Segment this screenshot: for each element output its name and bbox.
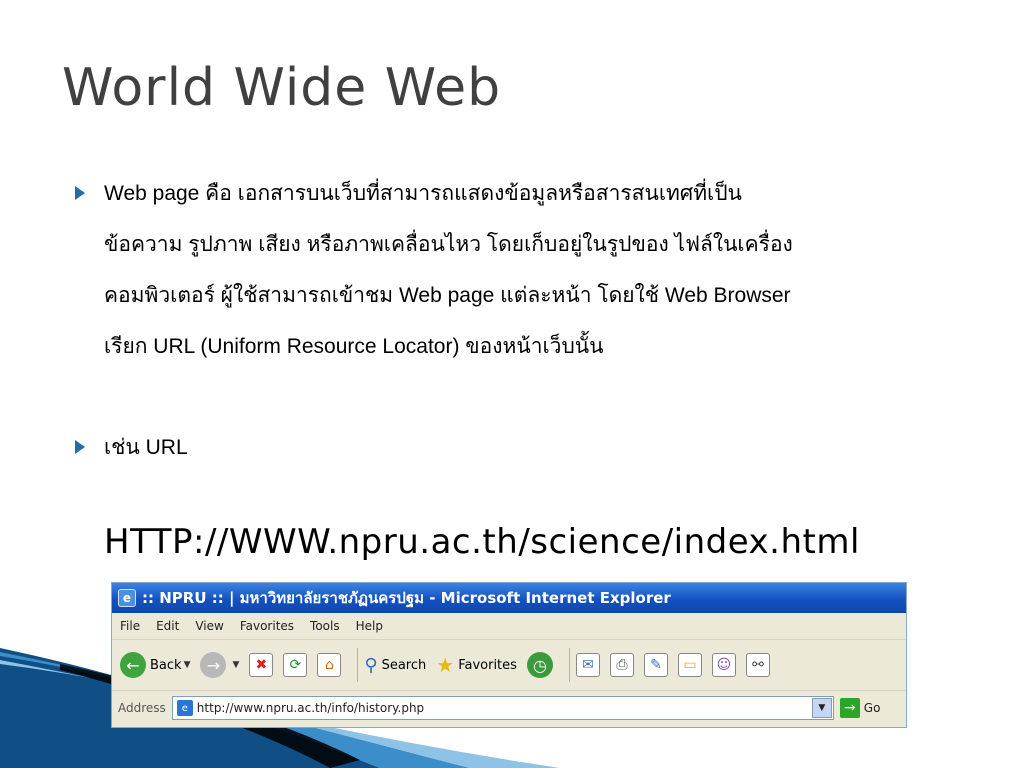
menu-view[interactable]: View xyxy=(195,619,223,633)
browser-screenshot: e :: NPRU :: | มหาวิทยาลัยราชภัฏนครปฐม -… xyxy=(111,582,907,728)
bullet-line: เรียก URL (Uniform Resource Locator) ของ… xyxy=(104,335,604,358)
slide-title: World Wide Web xyxy=(62,58,502,118)
go-label: Go xyxy=(863,701,881,715)
bullet-line: Web page คือ เอกสารบนเว็บที่สามารถแสดงข้… xyxy=(104,182,742,205)
address-input[interactable]: e http://www.npru.ac.th/info/history.php… xyxy=(171,696,834,720)
note-icon[interactable]: ▭ xyxy=(677,653,702,677)
menu-favorites[interactable]: Favorites xyxy=(240,619,294,633)
refresh-icon[interactable]: ⟳ xyxy=(283,653,308,677)
browser-title-bar: e :: NPRU :: | มหาวิทยาลัยราชภัฏนครปฐม -… xyxy=(112,583,906,613)
chevron-down-icon: ▼ xyxy=(183,660,191,670)
bullet-arrow-icon xyxy=(75,440,85,454)
messenger-icon[interactable]: ☺ xyxy=(711,653,736,677)
bullet-text: เช่น URL xyxy=(104,422,955,473)
bullet-text: Web page คือ เอกสารบนเว็บที่สามารถแสดงข้… xyxy=(104,168,955,372)
edit-icon[interactable]: ✎ xyxy=(643,653,668,677)
page-icon: e xyxy=(176,700,193,716)
menu-tools[interactable]: Tools xyxy=(310,619,340,633)
toolbar-separator xyxy=(568,648,570,682)
research-icon[interactable]: ⚯ xyxy=(745,653,770,677)
browser-menu-bar: File Edit View Favorites Tools Help xyxy=(112,613,906,640)
address-value: http://www.npru.ac.th/info/history.php xyxy=(196,701,425,715)
back-label: Back xyxy=(150,657,182,673)
favorites-button[interactable]: ★ Favorites xyxy=(436,653,517,677)
bullet-web-page: Web page คือ เอกสารบนเว็บที่สามารถแสดงข้… xyxy=(75,168,955,372)
history-icon[interactable]: ◷ xyxy=(526,652,553,678)
go-button[interactable]: → Go xyxy=(839,698,881,718)
stop-icon[interactable]: ✖ xyxy=(249,653,274,677)
address-label: Address xyxy=(118,701,166,715)
menu-file[interactable]: File xyxy=(120,619,140,633)
go-arrow-icon: → xyxy=(839,698,860,718)
mail-icon[interactable]: ✉ xyxy=(575,653,600,677)
slide: World Wide Web Web page คือ เอกสารบนเว็บ… xyxy=(0,0,1024,768)
chevron-down-icon: ▼ xyxy=(232,660,240,670)
url-example: HTTP://WWW.npru.ac.th/science/index.html xyxy=(104,522,860,562)
browser-window-title: :: NPRU :: | มหาวิทยาลัยราชภัฏนครปฐม - M… xyxy=(142,589,671,607)
ie-logo-icon: e xyxy=(118,589,136,607)
home-icon[interactable]: ⌂ xyxy=(317,653,342,677)
print-icon[interactable]: ⎙ xyxy=(609,653,634,677)
search-icon: ⚲ xyxy=(364,654,378,676)
bullet-line: ข้อความ รูปภาพ เสียง หรือภาพเคลื่อนไหว โ… xyxy=(104,233,793,256)
search-label: Search xyxy=(381,657,427,673)
search-button[interactable]: ⚲ Search xyxy=(364,655,426,676)
forward-button[interactable]: → ▼ xyxy=(200,652,239,678)
address-bar: Address e http://www.npru.ac.th/info/his… xyxy=(112,691,906,725)
forward-arrow-icon: → xyxy=(200,652,227,678)
back-button[interactable]: ← Back ▼ xyxy=(112,652,190,678)
bullet-url: เช่น URL xyxy=(75,422,955,473)
menu-edit[interactable]: Edit xyxy=(156,619,179,633)
menu-help[interactable]: Help xyxy=(356,619,383,633)
bullet-line: คอมพิวเตอร์ ผู้ใช้สามารถเข้าชม Web page … xyxy=(104,284,791,307)
chevron-down-icon[interactable]: ▼ xyxy=(811,698,832,718)
star-icon: ★ xyxy=(436,653,455,677)
bullet-arrow-icon xyxy=(75,186,85,200)
browser-toolbar: ← Back ▼ → ▼ ✖ ⟳ ⌂ ⚲ Search ★ Favorites … xyxy=(112,640,906,691)
back-arrow-icon: ← xyxy=(120,652,146,678)
favorites-label: Favorites xyxy=(458,657,517,673)
bullet-line: เช่น URL xyxy=(104,436,188,459)
toolbar-separator xyxy=(357,648,359,682)
